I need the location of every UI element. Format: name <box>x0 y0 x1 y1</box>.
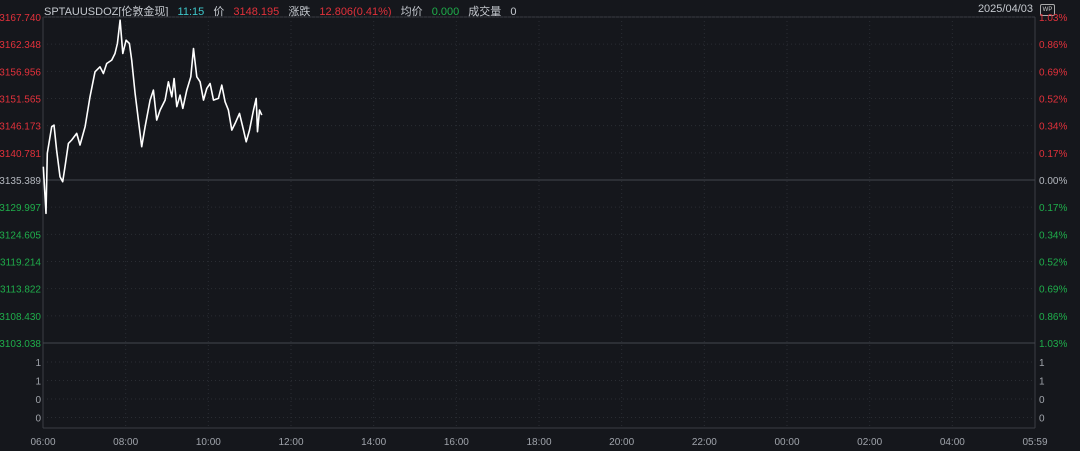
pct-tick-label: 0.52% <box>1039 95 1067 106</box>
y-tick-label: 3108.430 <box>0 312 41 323</box>
x-tick-label: 04:00 <box>940 437 965 448</box>
pct-tick-label: 0.86% <box>1039 312 1067 323</box>
x-tick-label: 05:59 <box>1022 437 1047 448</box>
pct-tick-label: 0.69% <box>1039 285 1067 296</box>
volume-tick-label: 0 <box>35 414 41 425</box>
y-tick-label: 3146.173 <box>0 122 41 133</box>
y-tick-label: 3113.822 <box>0 285 41 296</box>
pct-tick-label: 1.03% <box>1039 339 1067 350</box>
volume-tick-label-right: 1 <box>1039 377 1045 388</box>
y-tick-label: 3135.389 <box>0 176 41 187</box>
x-tick-label: 02:00 <box>857 437 882 448</box>
volume-tick-label: 1 <box>35 358 41 369</box>
volume-tick-label: 1 <box>35 377 41 388</box>
x-tick-label: 12:00 <box>278 437 303 448</box>
volume-tick-label-right: 0 <box>1039 395 1045 406</box>
pct-tick-label: 0.52% <box>1039 258 1067 269</box>
volume-tick-label: 0 <box>35 395 41 406</box>
intraday-chart: 3167.740 1.03% 3162.348 0.86% 3156.956 0.69% 3… <box>0 13 1067 448</box>
price-line <box>42 19 263 215</box>
y-tick-label: 3124.605 <box>0 230 41 241</box>
x-tick-label: 08:00 <box>113 437 138 448</box>
y-tick-label: 3162.348 <box>0 40 41 51</box>
x-tick-label: 22:00 <box>692 437 717 448</box>
x-tick-label: 18:00 <box>526 437 551 448</box>
y-tick-label: 3103.038 <box>0 339 41 350</box>
x-tick-label: 06:00 <box>30 437 55 448</box>
x-tick-label: 10:00 <box>196 437 221 448</box>
x-tick-label: 20:00 <box>609 437 634 448</box>
x-tick-label: 16:00 <box>444 437 469 448</box>
pct-tick-label: 0.34% <box>1039 230 1067 241</box>
volume-tick-label-right: 0 <box>1039 414 1045 425</box>
volume-tick-label-right: 1 <box>1039 358 1045 369</box>
y-tick-label: 3119.214 <box>0 258 41 269</box>
pct-tick-label: 0.86% <box>1039 40 1067 51</box>
x-tick-label: 14:00 <box>361 437 386 448</box>
pct-tick-label: 0.69% <box>1039 67 1067 78</box>
pct-tick-label: 0.00% <box>1039 176 1067 187</box>
pct-tick-label: 0.17% <box>1039 149 1067 160</box>
pct-tick-label: 1.03% <box>1039 13 1067 24</box>
pct-tick-label: 0.17% <box>1039 203 1067 214</box>
y-tick-label: 3151.565 <box>0 95 41 106</box>
y-tick-label: 3167.740 <box>0 13 41 24</box>
pct-tick-label: 0.34% <box>1039 122 1067 133</box>
y-tick-label: 3156.956 <box>0 67 41 78</box>
y-tick-label: 3140.781 <box>0 149 41 160</box>
x-tick-label: 00:00 <box>774 437 799 448</box>
y-tick-label: 3129.997 <box>0 203 41 214</box>
